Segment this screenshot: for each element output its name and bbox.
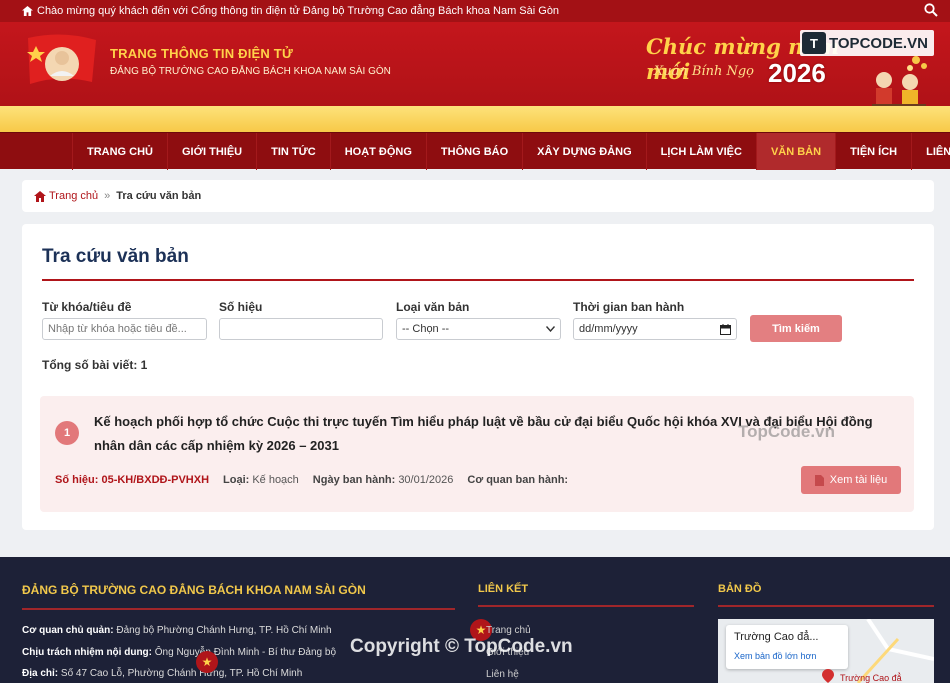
footer-address-value: Số 47 Cao Lỗ, Phường Chánh Hưng, TP. Hồ …: [60, 668, 303, 679]
party-flag-logo[interactable]: [26, 32, 98, 90]
breadcrumb: Trang chủ » Tra cứu văn bản: [22, 180, 934, 212]
page-title: Tra cứu văn bản: [42, 246, 189, 267]
result-meta: Số hiệu: 05-KH/BXDĐ-PVHXH Loại: Kế hoạch …: [55, 474, 585, 486]
topcode-mark-icon: T: [802, 32, 826, 54]
footer-link-home[interactable]: Trang chủ: [486, 625, 531, 636]
result-agency-label: Cơ quan ban hành:: [467, 474, 569, 486]
embedded-map[interactable]: Trường Cao đẳ... Xem bản đồ lớn hơn Trườ…: [718, 619, 934, 683]
nav-item[interactable]: HOẠT ĐỘNG: [329, 133, 426, 170]
breadcrumb-home-link[interactable]: Trang chủ: [34, 190, 98, 202]
footer-map-title: BẢN ĐỒ: [718, 583, 762, 595]
doc-type-label: Loại văn bản: [396, 300, 470, 314]
search-button[interactable]: Tìm kiếm: [750, 315, 842, 342]
breadcrumb-home-label: Trang chủ: [49, 190, 99, 202]
copyright-watermark: Copyright © TopCode.vn: [350, 636, 573, 657]
map-larger-link[interactable]: Xem bản đồ lớn hơn: [734, 651, 816, 661]
footer-editor: Chịu trách nhiệm nội dung: Ông Nguyễn Đì…: [22, 647, 336, 658]
document-icon: [814, 474, 824, 486]
issue-date-input[interactable]: dd/mm/yyyy: [573, 318, 737, 340]
nav-item[interactable]: THÔNG BÁO: [425, 133, 522, 170]
top-bar: Chào mừng quý khách đến với Cổng thông t…: [0, 0, 950, 22]
footer-org-title: ĐẢNG BỘ TRƯỜNG CAO ĐẲNG BÁCH KHOA NAM SÀ…: [22, 583, 366, 597]
greeting-line-2: Xuân Bính Ngọ: [654, 64, 754, 79]
topcode-watermark: TopCode.vn: [738, 422, 835, 441]
search-icon[interactable]: [924, 3, 938, 17]
result-index-badge: 1: [55, 421, 79, 445]
footer-links-title: LIÊN KẾT: [478, 583, 529, 595]
document-search-card: Tra cứu văn bản Từ khóa/tiêu đề Nhập từ …: [22, 224, 934, 530]
chevron-down-icon: [546, 326, 555, 332]
nav-item[interactable]: TRANG CHỦ: [72, 133, 167, 170]
result-date: 30/01/2026: [398, 474, 454, 486]
footer-divider: [22, 608, 455, 610]
gold-band: [0, 106, 950, 132]
map-pin-label: Trường Cao đẳ: [840, 673, 902, 683]
site-subtitle: ĐẢNG BỘ TRƯỜNG CAO ĐẲNG BÁCH KHOA NAM SÀ…: [110, 66, 391, 77]
footer-owner-value: Đảng bộ Phường Chánh Hưng, TP. Hồ Chí Mi…: [116, 625, 332, 636]
footer-address-label: Địa chỉ:: [22, 668, 59, 679]
main-nav: TRANG CHỦ GIỚI THIỆU TIN TỨC HOẠT ĐỘNG THÔNG…: [0, 132, 950, 170]
result-number-label: Số hiệu:: [55, 474, 99, 486]
map-pin-icon: [822, 669, 834, 683]
nav-item[interactable]: XÂY DỰNG ĐẢNG: [522, 133, 646, 170]
footer-links-divider: [478, 605, 694, 607]
star-icon: ★: [196, 651, 218, 673]
issue-date-value: dd/mm/yyyy: [579, 323, 638, 335]
result-date-group: Ngày ban hành: 30/01/2026: [313, 474, 454, 486]
nav-item[interactable]: LIÊN HỆ: [911, 133, 950, 170]
result-date-label: Ngày ban hành:: [312, 474, 396, 486]
site-title: TRANG THÔNG TIN ĐIỆN TỬ: [110, 46, 293, 61]
result-item: 1 Kế hoạch phối hợp tổ chức Cuộc thi trự…: [40, 396, 914, 512]
keyword-placeholder: Nhập từ khóa hoặc tiêu đề...: [48, 323, 187, 335]
new-year-illustration: [872, 56, 927, 110]
footer-link-contact[interactable]: Liên hệ: [486, 669, 519, 680]
nav-item[interactable]: VĂN BẢN: [755, 133, 836, 170]
result-type-group: Loại: Kế hoạch: [223, 474, 299, 486]
title-divider: [42, 279, 914, 281]
topcode-logo[interactable]: T TOPCODE.VN: [800, 30, 934, 56]
view-document-label: Xem tài liệu: [829, 474, 888, 486]
home-icon: [22, 6, 33, 16]
doc-type-select[interactable]: -- Chọn --: [396, 318, 561, 340]
keyword-input[interactable]: Nhập từ khóa hoặc tiêu đề...: [42, 318, 207, 340]
nav-item[interactable]: LỊCH LÀM VIỆC: [645, 133, 756, 170]
number-label: Số hiệu: [219, 300, 263, 314]
nav-item[interactable]: TIN TỨC: [256, 133, 330, 170]
nav-item[interactable]: GIỚI THIỆU: [167, 133, 256, 170]
nav-item[interactable]: TIỆN ÍCH: [835, 133, 911, 170]
calendar-icon[interactable]: [720, 323, 731, 335]
breadcrumb-current: Tra cứu văn bản: [116, 190, 202, 202]
result-type: Kế hoạch: [252, 474, 299, 486]
number-input[interactable]: [219, 318, 383, 340]
footer-owner: Cơ quan chủ quản: Đảng bộ Phường Chánh H…: [22, 625, 332, 636]
footer-address: Địa chỉ: Số 47 Cao Lỗ, Phường Chánh Hưng…: [22, 668, 302, 679]
doc-type-selected: -- Chọn --: [402, 323, 450, 335]
topcode-text: TOPCODE.VN: [829, 34, 928, 52]
result-number-group: Số hiệu: 05-KH/BXDĐ-PVHXH: [55, 474, 209, 486]
result-type-label: Loại:: [223, 474, 250, 486]
view-document-button[interactable]: Xem tài liệu: [801, 466, 901, 494]
total-count: Tổng số bài viết: 1: [42, 358, 148, 372]
footer-editor-value: Ông Nguyễn Đình Minh - Bí thư Đảng bộ: [154, 647, 337, 658]
keyword-label: Từ khóa/tiêu đề: [42, 300, 132, 314]
footer-map-divider: [718, 605, 934, 607]
map-info-card: Trường Cao đẳ... Xem bản đồ lớn hơn: [726, 625, 848, 669]
footer-owner-label: Cơ quan chủ quản:: [22, 625, 114, 636]
result-agency-group: Cơ quan ban hành:: [467, 474, 571, 486]
welcome-text: Chào mừng quý khách đến với Cổng thông t…: [37, 5, 560, 17]
issue-date-label: Thời gian ban hành: [573, 300, 685, 314]
footer-editor-label: Chịu trách nhiệm nội dung:: [22, 647, 152, 658]
greeting-year: 2026: [768, 58, 826, 88]
breadcrumb-separator: »: [104, 190, 111, 202]
site-footer: ĐẢNG BỘ TRƯỜNG CAO ĐẲNG BÁCH KHOA NAM SÀ…: [0, 557, 950, 683]
result-number: 05-KH/BXDĐ-PVHXH: [101, 474, 210, 486]
site-header: TRANG THÔNG TIN ĐIỆN TỬ ĐẢNG BỘ TRƯỜNG C…: [0, 22, 950, 110]
map-place-name: Trường Cao đẳ...: [734, 631, 819, 643]
home-icon: [34, 190, 46, 202]
